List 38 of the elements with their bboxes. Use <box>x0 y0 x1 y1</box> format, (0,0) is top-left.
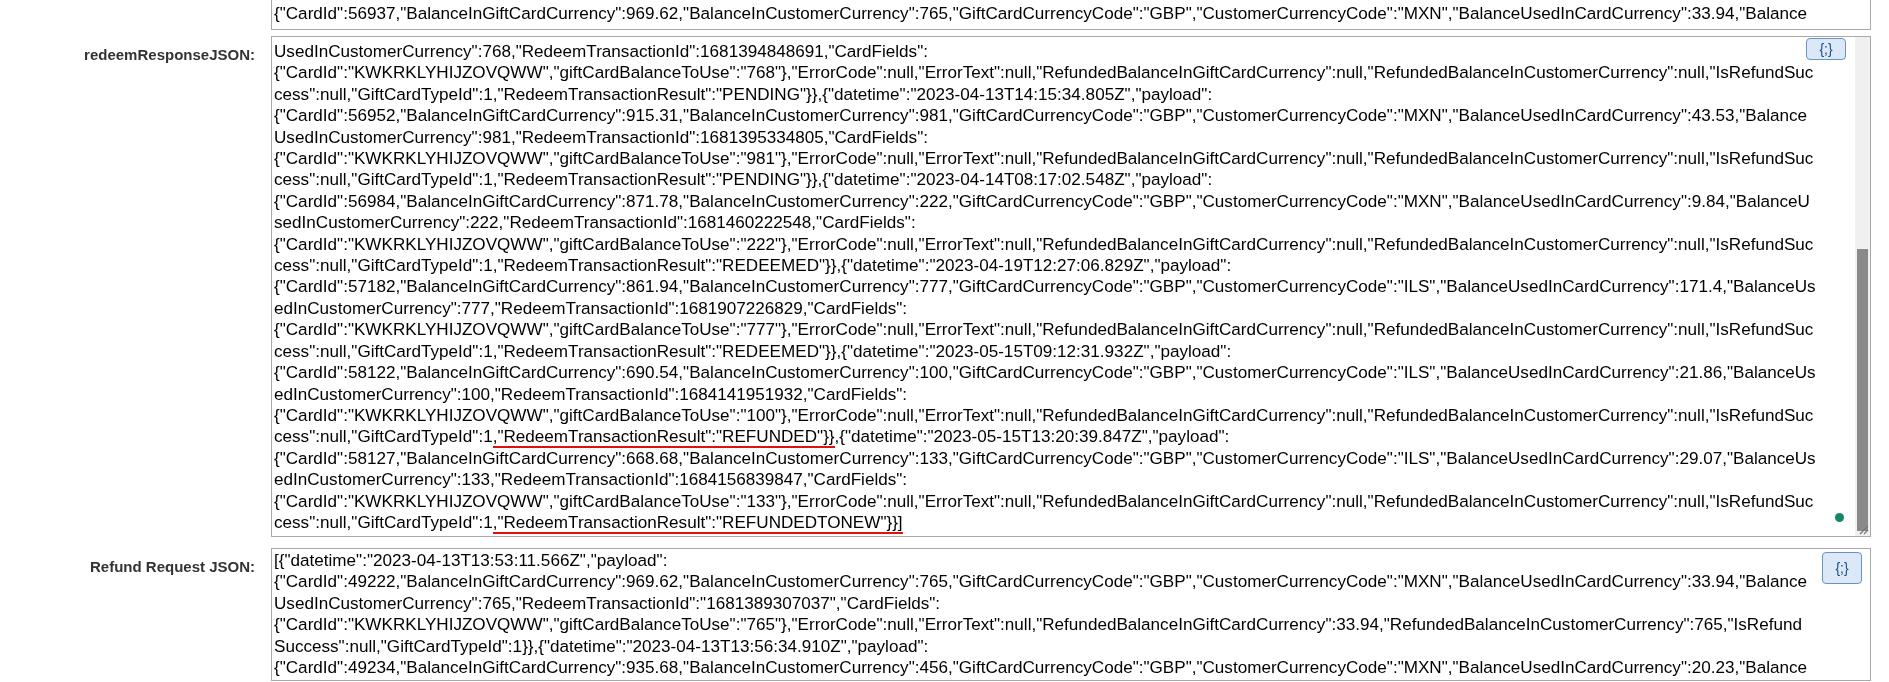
json-text-line: {"CardId":"KWKRKLYHIJZOVQWW","giftCardBalanceToUse":"765"},"ErrorCode":null,"ErrorText":null,"RefundedBalanceInGiftCardCurrency":33.94,"RefundedBalanceInCustomerCurrency":765,"IsRefund <box>273 614 1802 636</box>
json-text-line: {"CardId":"KWKRKLYHIJZOVQWW","giftCardBalanceToUse":"777"},"ErrorCode":null,"ErrorText":null,"RefundedBalanceInGiftCardCurrency":null,"RefundedBalanceInCustomerCurrency":null,"IsRefundSuc <box>273 319 1814 341</box>
json-text-line: cess":null,"GiftCardTypeId":1,"RedeemTransactionResult":"REDEEMED"}},{"datetime":"2023-04-19T12:27:06.829Z","payload": <box>273 255 1232 277</box>
json-text: ,{"datetime":"2023-05-15T13:20:39.847Z","payload": <box>834 427 1230 447</box>
json-text-line: [{"datetime":"2023-04-13T13:53:11.566Z","payload": <box>273 550 668 572</box>
json-text-line: {"CardId":"KWKRKLYHIJZOVQWW","giftCardBalanceToUse":"222"},"ErrorCode":null,"ErrorText":null,"RefundedBalanceInGiftCardCurrency":null,"RefundedBalanceInCustomerCurrency":null,"IsRefundSuc <box>273 233 1814 256</box>
format-button[interactable]: {;} <box>1822 552 1862 584</box>
json-text-line: edInCustomerCurrency":133,"RedeemTransactionId":1684156839847,"CardFields": <box>273 469 908 491</box>
json-text-line: {"CardId":58122,"BalanceInGiftCardCurrency":690.54,"BalanceInCustomerCurrency":100,"GiftCardCurrencyCode":"GBP","CustomerCurrencyCode":"ILS","BalanceUsedInCardCurrency":21.86,"BalanceUs <box>273 362 1816 384</box>
json-text-line: {"CardId":56984,"BalanceInGiftCardCurrency":871.78,"BalanceInCustomerCurrency":222,"GiftCardCurrencyCode":"GBP","CustomerCurrencyCode":"MXN","BalanceUsedInCardCurrency":9.84,"BalanceU <box>273 190 1810 213</box>
json-text-line: {"CardId":"KWKRKLYHIJZOVQWW","giftCardBalanceToUse":"981"},"ErrorCode":null,"ErrorText":null,"RefundedBalanceInGiftCardCurrency":null,"RefundedBalanceInCustomerCurrency":null,"IsRefundSuc <box>273 148 1814 170</box>
format-button[interactable]: {;} <box>1806 38 1846 60</box>
json-text-line: {"CardId":"KWKRKLYHIJZOVQWW","giftCardBalanceToUse":"100"},"ErrorCode":null,"ErrorText":null,"RefundedBalanceInGiftCardCurrency":null,"RefundedBalanceInCustomerCurrency":null,"IsRefundSuc <box>273 404 1814 427</box>
json-text-line: {"CardId":"KWKRKLYHIJZOVQWW","giftCardBalanceToUse":"133"},"ErrorCode":null,"ErrorText":null,"RefundedBalanceInGiftCardCurrency":null,"RefundedBalanceInCustomerCurrency":null,"IsRefundSuc <box>273 490 1814 512</box>
json-text-line: {"CardId":49234,"BalanceInGiftCardCurrency":935.68,"BalanceInCustomerCurrency":456,"GiftCardCurrencyCode":"GBP","CustomerCurrencyCode":"MXN","BalanceUsedInCardCurrency":20.23,"Balance <box>273 657 1808 679</box>
field-label: redeemResponseJSON: <box>84 45 255 65</box>
json-text-line: cess":null,"GiftCardTypeId":1,"RedeemTransactionResult":"REDEEMED"}},{"datetime":"2023-05-15T09:12:31.932Z","payload": <box>273 340 1232 363</box>
json-text: cess":null,"GiftCardTypeId":1 <box>274 512 493 532</box>
json-text-line: {"CardId":58127,"BalanceInGiftCardCurrency":668.68,"BalanceInCustomerCurrency":133,"GiftCardCurrencyCode":"GBP","CustomerCurrencyCode":"ILS","BalanceUsedInCardCurrency":29.07,"BalanceUs <box>273 447 1816 470</box>
json-text-line: edInCustomerCurrency":777,"RedeemTransactionId":1681907226829,"CardFields": <box>273 297 908 320</box>
json-text-line: {"CardId":49222,"BalanceInGiftCardCurrency":969.62,"BalanceInCustomerCurrency":765,"GiftCardCurrencyCode":"GBP","CustomerCurrencyCode":"MXN","BalanceUsedInCardCurrency":33.94,"Balance <box>273 571 1808 593</box>
json-text-line: Success":null,"GiftCardTypeId":1}},{"datetime":"2023-04-13T13:56:34.910Z","payload": <box>273 635 929 658</box>
json-textarea[interactable]: {"CardId":56937,"BalanceInGiftCardCurrency":969.62,"BalanceInCustomerCurrency":765,"GiftCardCurrencyCode":"GBP","CustomerCurrencyCode":"MXN","BalanceUsedInCardCurrency":33.94,"Balance <box>271 0 1871 30</box>
json-text-line: cess":null,"GiftCardTypeId":1,"RedeemTransactionResult":"PENDING"}},{"datetime":"2023-04-13T14:15:34.805Z","payload": <box>273 83 1213 106</box>
underlined-json-text: ,"RedeemTransactionResult":"REFUNDEDTONEW"}}] <box>492 512 903 534</box>
field-label: Refund Request JSON: <box>90 557 255 577</box>
json-text-line: {"CardId":57182,"BalanceInGiftCardCurrency":861.94,"BalanceInCustomerCurrency":777,"GiftCardCurrencyCode":"GBP","CustomerCurrencyCode":"ILS","BalanceUsedInCardCurrency":171.4,"BalanceUs <box>273 276 1816 298</box>
json-text-line: UsedInCustomerCurrency":981,"RedeemTransactionId":1681395334805,"CardFields": <box>273 126 928 149</box>
json-text-line: {"CardId":56952,"BalanceInGiftCardCurrency":915.31,"BalanceInCustomerCurrency":981,"GiftCardCurrencyCode":"GBP","CustomerCurrencyCode":"MXN","BalanceUsedInCardCurrency":43.53,"Balance <box>273 105 1808 127</box>
underlined-json-text: ,"RedeemTransactionResult":"REFUNDED"}} <box>492 427 835 449</box>
json-text-line: UsedInCustomerCurrency":765,"RedeemTransactionId":"1681389307037","CardFields": <box>273 592 941 615</box>
json-text: cess":null,"GiftCardTypeId":1 <box>274 427 493 447</box>
json-text-line: {"CardId":56937,"BalanceInGiftCardCurrency":969.62,"BalanceInCustomerCurrency":765,"GiftCardCurrencyCode":"GBP","CustomerCurrencyCode":"MXN","BalanceUsedInCardCurrency":33.94,"Balance <box>273 3 1808 25</box>
json-text-line: edInCustomerCurrency":100,"RedeemTransactionId":1684141951932,"CardFields": <box>273 383 908 405</box>
json-text-line: {"CardId":"KWKRKLYHIJZOVQWW","giftCardBalanceToUse":"768"},"ErrorCode":null,"ErrorText":null,"RefundedBalanceInGiftCardCurrency":null,"RefundedBalanceInCustomerCurrency":null,"IsRefundSuc <box>273 62 1814 84</box>
json-text-line: sedInCustomerCurrency":222,"RedeemTransactionId":1681460222548,"CardFields": <box>273 212 916 234</box>
json-text-line: cess":null,"GiftCardTypeId":1,"RedeemTransactionResult":"PENDING"}},{"datetime":"2023-04-14T08:17:02.548Z","payload": <box>273 169 1213 191</box>
json-text-line: UsedInCustomerCurrency":768,"RedeemTransactionId":1681394848691,"CardFields": <box>273 41 928 63</box>
